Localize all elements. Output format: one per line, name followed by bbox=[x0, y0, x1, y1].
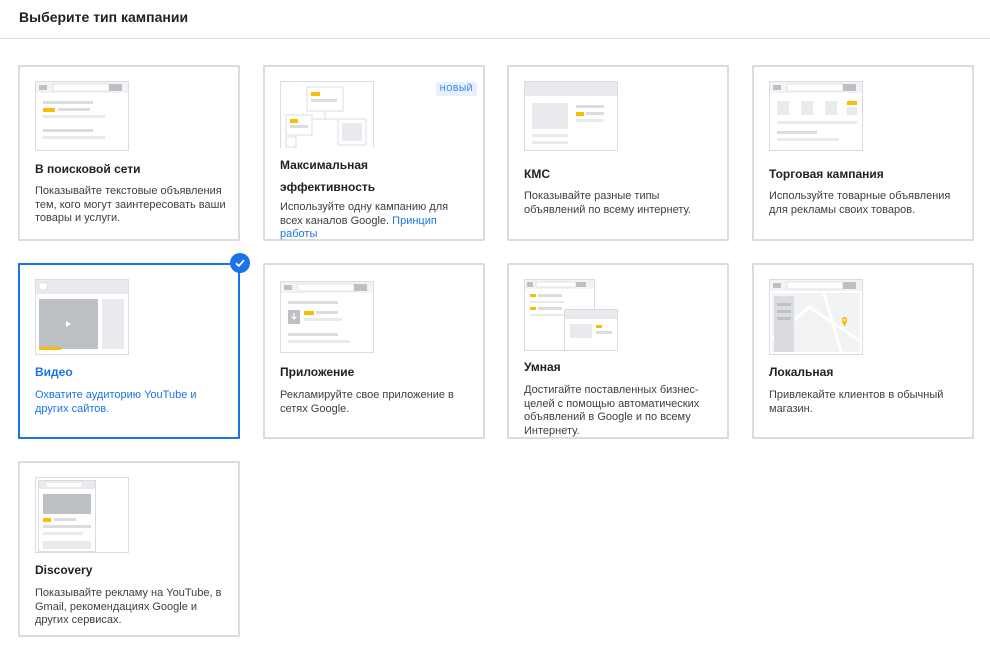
local-illustration bbox=[769, 279, 864, 355]
card-title: Приложение bbox=[280, 365, 355, 379]
campaign-card-local[interactable]: Локальная Привлекайте клиентов в обычный… bbox=[752, 263, 974, 439]
performance-max-illustration bbox=[280, 81, 375, 148]
search-illustration bbox=[35, 81, 130, 151]
card-title: Discovery bbox=[35, 563, 93, 577]
card-description: Достигайте поставленных бизнес-целей с п… bbox=[524, 384, 700, 437]
card-title: Видео bbox=[35, 365, 73, 379]
campaign-card-performance-max[interactable]: НОВЫЙ Максимальная эффективность Использ… bbox=[263, 65, 485, 241]
shopping-illustration bbox=[769, 81, 864, 151]
campaign-card-discovery[interactable]: Discovery Показывайте рекламу на YouTube… bbox=[18, 461, 240, 637]
campaign-card-app[interactable]: Приложение Рекламируйте свое приложение … bbox=[263, 263, 485, 439]
card-description: Рекламируйте свое приложение в сетях Goo… bbox=[280, 389, 454, 415]
card-description: Показывайте рекламу на YouTube, в Gmail,… bbox=[35, 587, 222, 626]
campaign-card-search[interactable]: В поисковой сети Показывайте текстовые о… bbox=[18, 65, 240, 241]
card-description: Показывайте разные типы объявлений по вс… bbox=[524, 190, 691, 216]
card-title: В поисковой сети bbox=[35, 162, 141, 176]
card-title: КМС bbox=[524, 167, 550, 181]
card-description: Используйте товарные объявления для рекл… bbox=[769, 190, 951, 216]
selected-check-icon bbox=[230, 253, 250, 273]
card-description: Привлекайте клиентов в обычный магазин. bbox=[769, 389, 944, 415]
page-title: Выберите тип кампании bbox=[19, 9, 189, 25]
campaign-card-smart[interactable]: Умная Достигайте поставленных бизнес-цел… bbox=[507, 263, 729, 439]
campaign-card-video[interactable]: Видео Охватите аудиторию YouTube и други… bbox=[18, 253, 250, 439]
card-title: Торговая кампания bbox=[769, 167, 884, 181]
card-title: Максимальная эффективность bbox=[280, 158, 376, 194]
new-badge: НОВЫЙ bbox=[435, 82, 477, 96]
card-title: Умная bbox=[524, 360, 561, 374]
campaign-card-display[interactable]: КМС Показывайте разные типы объявлений п… bbox=[507, 65, 729, 241]
card-description: Используйте одну кампанию для всех канал… bbox=[280, 201, 471, 242]
app-illustration bbox=[280, 281, 375, 353]
card-description: Показывайте текстовые объявления тем, ко… bbox=[35, 185, 226, 224]
card-description: Охватите аудиторию YouTube и других сайт… bbox=[35, 389, 197, 415]
page-header: Выберите тип кампании bbox=[0, 0, 990, 39]
video-illustration bbox=[35, 279, 130, 355]
campaign-card-shopping[interactable]: Торговая кампания Используйте товарные о… bbox=[752, 65, 974, 241]
discovery-illustration bbox=[35, 477, 130, 553]
display-illustration bbox=[524, 81, 619, 151]
smart-illustration bbox=[524, 279, 619, 351]
card-title: Локальная bbox=[769, 365, 834, 379]
